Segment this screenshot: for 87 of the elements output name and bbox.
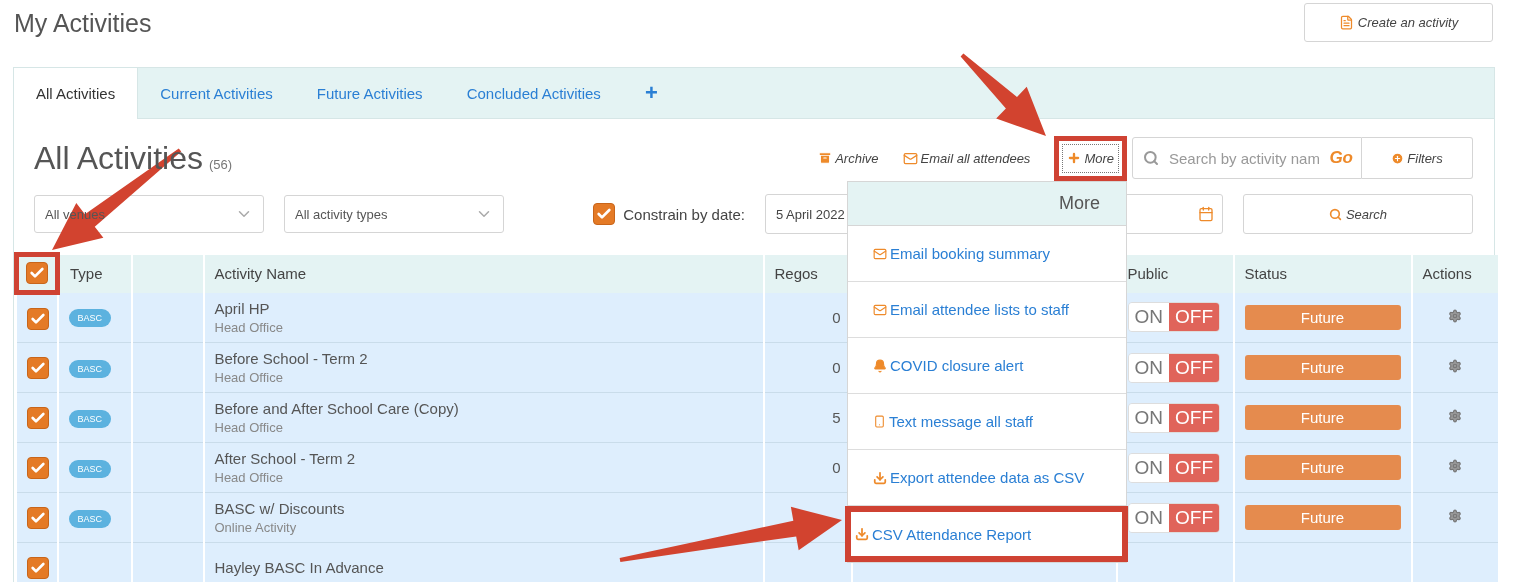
add-tab[interactable]: + — [622, 68, 680, 118]
type-tag: BASC — [68, 409, 111, 428]
menu-item[interactable]: Text message all staff — [848, 394, 1126, 450]
row-checkbox[interactable] — [26, 556, 49, 579]
activity-type-select[interactable]: All activity types — [284, 195, 504, 233]
check-icon — [596, 206, 613, 222]
public-toggle[interactable]: ON OFF — [1127, 352, 1220, 383]
status-label: Future — [1244, 455, 1401, 480]
filters-button[interactable]: Filters — [1362, 137, 1473, 179]
type-tag: BASC — [68, 309, 111, 328]
column-header: Status — [1233, 254, 1412, 293]
envelope-icon — [873, 246, 887, 261]
archive-link[interactable]: Archive — [818, 150, 879, 166]
archive-box-icon — [818, 151, 833, 165]
tab[interactable]: Concluded Activities — [444, 68, 623, 118]
phone-icon — [873, 415, 886, 428]
menu-item[interactable]: COVID closure alert — [848, 338, 1126, 394]
activity-name[interactable]: Before School - Term 2 — [214, 350, 368, 367]
envelope-icon — [902, 150, 918, 166]
activity-name[interactable]: Hayley BASC In Advance — [214, 559, 384, 576]
settings-icon[interactable] — [1448, 308, 1462, 323]
activity-name[interactable]: BASC w/ Discounts — [214, 500, 345, 517]
page-title: My Activities — [14, 9, 152, 38]
status-label: Future — [1244, 505, 1401, 530]
calendar-icon — [1198, 206, 1214, 222]
select-all-checkbox[interactable] — [26, 262, 48, 284]
constrain-label: Constrain by date: — [623, 205, 745, 223]
tab[interactable]: Future Activities — [294, 68, 445, 118]
regos-count: 0 — [831, 308, 841, 326]
row-checkbox[interactable] — [26, 356, 49, 379]
row-checkbox[interactable] — [26, 307, 49, 330]
column-header: Type — [57, 254, 132, 293]
venue-name: Head Office — [214, 470, 283, 485]
menu-item[interactable]: Email booking summary — [848, 226, 1126, 282]
status-label: Future — [1244, 355, 1401, 380]
menu-item[interactable]: Email attendee lists to staff — [848, 282, 1126, 338]
venue-name: Head Office — [214, 370, 283, 385]
menu-item[interactable]: Export attendee data as CSV — [848, 450, 1126, 506]
download-icon — [873, 470, 887, 485]
settings-icon[interactable] — [1448, 459, 1462, 473]
search-button[interactable]: Search — [1243, 194, 1473, 234]
search-icon — [1143, 150, 1159, 166]
public-toggle[interactable]: ON OFF — [1127, 452, 1220, 483]
tab[interactable]: All Activities — [14, 68, 139, 119]
type-tag: BASC — [68, 459, 111, 478]
row-checkbox[interactable] — [26, 456, 49, 479]
search-icon — [1328, 207, 1342, 221]
activity-name[interactable]: April HP — [214, 299, 270, 317]
settings-icon[interactable] — [1448, 509, 1462, 523]
public-toggle[interactable]: ON OFF — [1127, 302, 1220, 333]
column-header: Activity Name — [203, 254, 764, 293]
regos-count: 0 — [831, 459, 841, 476]
download-icon — [855, 527, 869, 541]
check-icon — [29, 265, 45, 281]
plus-circle-icon — [1391, 151, 1405, 165]
more-button[interactable]: More — [1054, 135, 1127, 181]
email-all-link[interactable]: Email all attendees — [902, 150, 1031, 166]
tab[interactable]: Current Activities — [138, 68, 295, 118]
status-label: Future — [1244, 304, 1401, 330]
settings-icon[interactable] — [1448, 359, 1462, 373]
venue-name: Head Office — [214, 319, 283, 335]
activity-count: (56) — [208, 156, 233, 172]
plus-icon — [1067, 151, 1082, 165]
venue-name: Head Office — [214, 420, 283, 435]
row-checkbox[interactable] — [26, 506, 49, 529]
activity-name[interactable]: After School - Term 2 — [214, 450, 356, 467]
column-header: Actions — [1411, 254, 1499, 293]
regos-count: 5 — [831, 409, 841, 426]
type-tag: BASC — [68, 359, 111, 378]
status-label: Future — [1244, 405, 1401, 430]
row-checkbox[interactable] — [26, 406, 49, 429]
regos-count: 0 — [831, 359, 841, 376]
menu-item[interactable]: CSV Attendance Report — [845, 506, 1128, 562]
create-activity-button[interactable]: Create an activity — [1304, 3, 1493, 42]
public-toggle[interactable]: ON OFF — [1127, 502, 1220, 533]
activity-name[interactable]: Before and After School Care (Copy) — [214, 400, 459, 417]
menu-title: More — [848, 182, 1126, 226]
checkbox[interactable] — [593, 203, 616, 225]
venue-name: Online Activity — [214, 520, 297, 535]
public-toggle[interactable]: ON OFF — [1127, 402, 1220, 433]
settings-icon[interactable] — [1448, 409, 1462, 423]
search-field[interactable]: Search by activity nam Go — [1132, 137, 1362, 179]
go-button[interactable]: Go — [1329, 148, 1353, 168]
type-tag: BASC — [68, 509, 111, 528]
document-icon — [1338, 15, 1354, 30]
envelope-icon — [873, 302, 887, 317]
bell-icon — [873, 358, 887, 373]
